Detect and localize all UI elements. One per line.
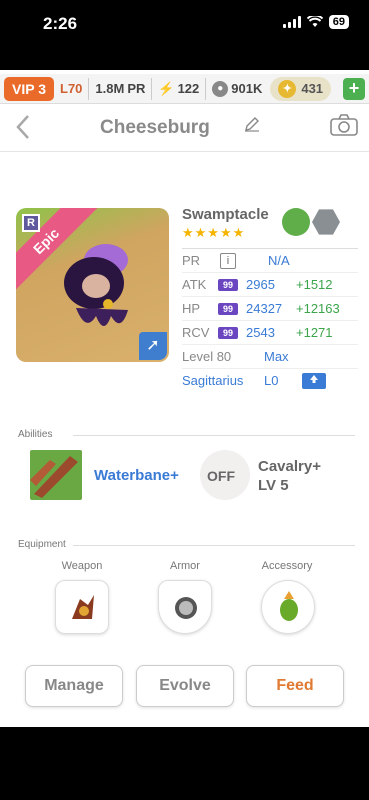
sign-level: L0 [264,373,279,388]
armor-label: Armor [170,560,200,572]
upgrade-sign-button[interactable] [302,372,327,389]
stat-badge: 99 [218,302,238,315]
equipment-section-label: Equipment [18,539,66,550]
paw-counter[interactable]: ● 901K [206,78,268,100]
energy-value: 122 [177,81,200,96]
chevron-left-icon [16,115,29,139]
rarity-letter: R [22,214,40,232]
vip-badge[interactable]: VIP 3 [4,76,54,101]
pr-row: PR i N/A [182,248,358,272]
level-value: Max [264,349,289,364]
battery-icon: 69 [328,15,349,29]
class-badge-icon: ➚ [139,332,167,360]
slash-icon [30,456,78,498]
stat-row-rcv: RCV 99 2543 +1271 [182,320,358,344]
stat-bonus: +1271 [296,325,333,340]
feed-button[interactable]: Feed [246,665,344,707]
waterbane-ability-icon[interactable] [30,450,82,500]
info-icon[interactable]: i [220,252,236,269]
armor-icon [175,597,197,619]
accessory-slot[interactable] [261,580,315,634]
paw-icon: ● [212,80,229,97]
stat-bonus: +1512 [296,277,333,292]
coin-icon: ✦ [278,79,297,98]
ability-level: LV 5 [258,477,289,494]
abilities-section-label: Abilities [18,429,53,440]
edit-name-button[interactable] [244,116,260,137]
leaf-element-icon [282,208,310,236]
stat-row-atk: ATK 99 2965 +1512 [182,272,358,296]
arrow-up-icon [310,374,319,383]
page-title: Cheeseburg [100,117,210,138]
ability-name[interactable]: Waterbane+ [94,467,179,484]
stat-value: 2965 [246,277,275,292]
lightning-icon: ⚡ [158,80,175,96]
ability-off-label: OFF [207,468,235,484]
accessory-label: Accessory [261,560,313,572]
armor-slot[interactable] [158,580,212,634]
weapon-icon [72,595,94,619]
gold-value: 431 [301,81,324,96]
camera-button[interactable] [330,114,358,136]
zodiac-sign-link[interactable]: Sagittarius [182,373,264,388]
wifi-icon [306,16,323,27]
evolve-button[interactable]: Evolve [136,665,234,707]
monster-portrait[interactable]: Epic R ➚ [16,208,169,362]
stat-badge: 99 [218,278,238,291]
stat-bonus: +12163 [296,301,340,316]
ability-name: Cavalry+ [258,458,321,475]
back-button[interactable] [16,114,30,148]
weapon-label: Weapon [61,560,103,572]
sign-row: Sagittarius L0 [182,368,358,392]
monster-name: Swamptacle [182,206,269,223]
page-header: Cheeseburg [0,104,369,152]
level-label: Level 80 [182,349,232,364]
manage-button[interactable]: Manage [25,665,123,707]
pencil-icon [245,117,259,132]
abilities-divider [73,435,355,436]
add-currency-button[interactable]: + [343,78,365,100]
energy-counter[interactable]: ⚡ 122 [152,77,207,100]
stat-row-hp: HP 99 24327 +12163 [182,296,358,320]
weapon-slot[interactable] [55,580,109,634]
stat-value: 24327 [246,301,283,316]
star-rating: ★★★★★ [182,225,246,240]
power-rating: 1.8M PR [89,77,153,100]
camera-icon [330,114,358,136]
signal-icon [282,16,301,28]
app-screen: VIP 3 L70 1.8M PR ⚡ 122 ● 901K ✦ 431 + C… [0,70,369,727]
paw-value: 901K [231,81,263,96]
power-unit: PR [127,81,146,96]
status-time: 2:26 [43,14,78,33]
stats-table: PR i N/A ATK 99 2965 +1512 HP 99 24327 +… [182,248,358,392]
status-bar: 2:26 69 [0,0,369,48]
monster-image [64,244,128,326]
currency-bar: VIP 3 L70 1.8M PR ⚡ 122 ● 901K ✦ 431 + [0,74,369,104]
rock-element-icon [312,209,340,235]
pr-label: PR [182,253,201,268]
pr-value: N/A [268,253,290,268]
power-value: 1.8M [95,81,125,96]
accessory-icon [280,591,298,621]
player-level: L70 [54,77,90,100]
status-icons: 69 [282,15,349,29]
ability-name-cavalry[interactable]: Cavalry+ LV 5 [258,457,348,495]
stat-label: RCV [182,325,210,340]
stat-badge: 99 [218,326,238,339]
level-row: Level 80 Max [182,344,358,368]
gold-counter[interactable]: ✦ 431 [270,76,332,101]
stat-label: HP [182,301,201,316]
equipment-divider [73,545,355,546]
stat-label: ATK [182,277,207,292]
stat-value: 2543 [246,325,275,340]
